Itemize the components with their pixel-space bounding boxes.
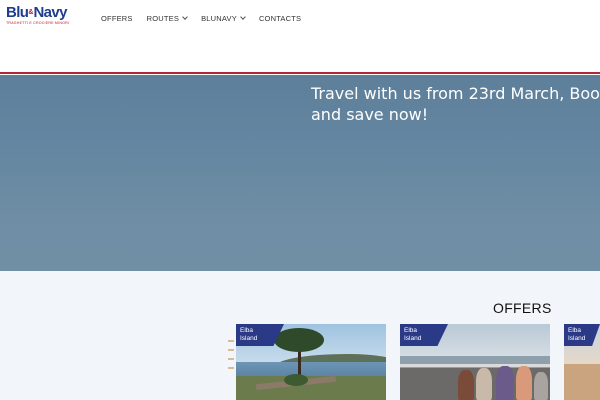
hero-banner: Travel with us from 23rd March, Book and… bbox=[0, 75, 600, 271]
nav-label: BLUNAVY bbox=[201, 13, 237, 23]
offers-section: OFFERS Elba Island Elba Island Elba Isla… bbox=[0, 271, 600, 400]
tag-line: Elba bbox=[568, 327, 582, 334]
tag-line: Elba bbox=[240, 327, 254, 334]
main-nav: OFFERS ROUTES BLUNAVY CONTACTS bbox=[101, 13, 315, 23]
nav-item-blunavy[interactable]: BLUNAVY bbox=[201, 13, 246, 23]
chevron-down-icon bbox=[240, 13, 246, 20]
nav-label: ROUTES bbox=[146, 13, 180, 23]
hero-headline: Travel with us from 23rd March, Book and… bbox=[311, 83, 600, 125]
page: Blu&Navy TRAGHETTI E CROCIERE MINORI OFF… bbox=[0, 0, 600, 400]
logo-wordmark: Blu&Navy bbox=[6, 4, 68, 21]
nav-item-contacts[interactable]: CONTACTS bbox=[259, 13, 301, 23]
offer-card-partial bbox=[226, 333, 236, 393]
offer-card[interactable]: Elba Island bbox=[400, 324, 550, 400]
site-header: Blu&Navy TRAGHETTI E CROCIERE MINORI OFF… bbox=[0, 0, 600, 74]
nav-label: OFFERS bbox=[101, 13, 133, 23]
tag-line: Elba bbox=[404, 327, 418, 334]
logo-tagline: TRAGHETTI E CROCIERE MINORI bbox=[6, 21, 70, 25]
offer-card[interactable]: Elba Island bbox=[236, 324, 386, 400]
hero-line-1: Travel with us from 23rd March, Book bbox=[311, 84, 600, 103]
brand-logo[interactable]: Blu&Navy TRAGHETTI E CROCIERE MINORI bbox=[6, 5, 78, 29]
offers-title: OFFERS bbox=[493, 300, 552, 316]
nav-label: CONTACTS bbox=[258, 13, 302, 23]
nav-item-routes[interactable]: ROUTES bbox=[146, 13, 188, 23]
offer-card[interactable]: Elba Island bbox=[564, 324, 600, 400]
nav-item-offers[interactable]: OFFERS bbox=[101, 13, 133, 23]
hero-line-2: and save now! bbox=[311, 105, 429, 124]
chevron-down-icon bbox=[182, 13, 188, 20]
